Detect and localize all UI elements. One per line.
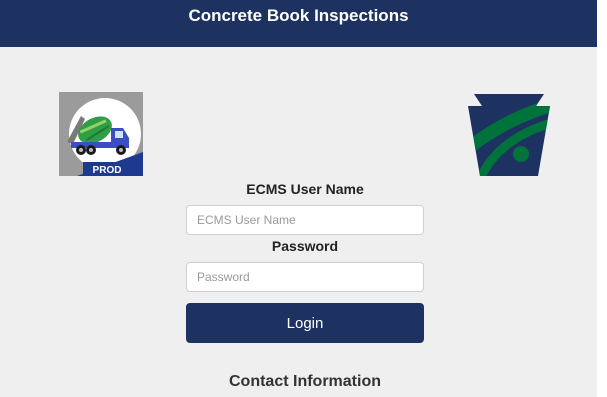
app-header: Concrete Book Inspections (0, 0, 597, 47)
concrete-mixer-truck-icon: PROD (59, 92, 143, 176)
username-input[interactable] (186, 205, 424, 235)
window-edge (597, 0, 607, 397)
prod-badge: PROD (93, 165, 122, 176)
password-label: Password (271, 238, 339, 254)
username-label: ECMS User Name (246, 181, 364, 197)
app-container: Concrete Book Inspections PROD ECMS User… (0, 0, 597, 397)
password-input[interactable] (186, 262, 424, 292)
login-button[interactable]: Login (186, 303, 424, 343)
keystone-logo-icon (466, 94, 552, 176)
contact-information-heading: Contact Information (229, 373, 381, 390)
page-title: Concrete Book Inspections (188, 6, 409, 25)
